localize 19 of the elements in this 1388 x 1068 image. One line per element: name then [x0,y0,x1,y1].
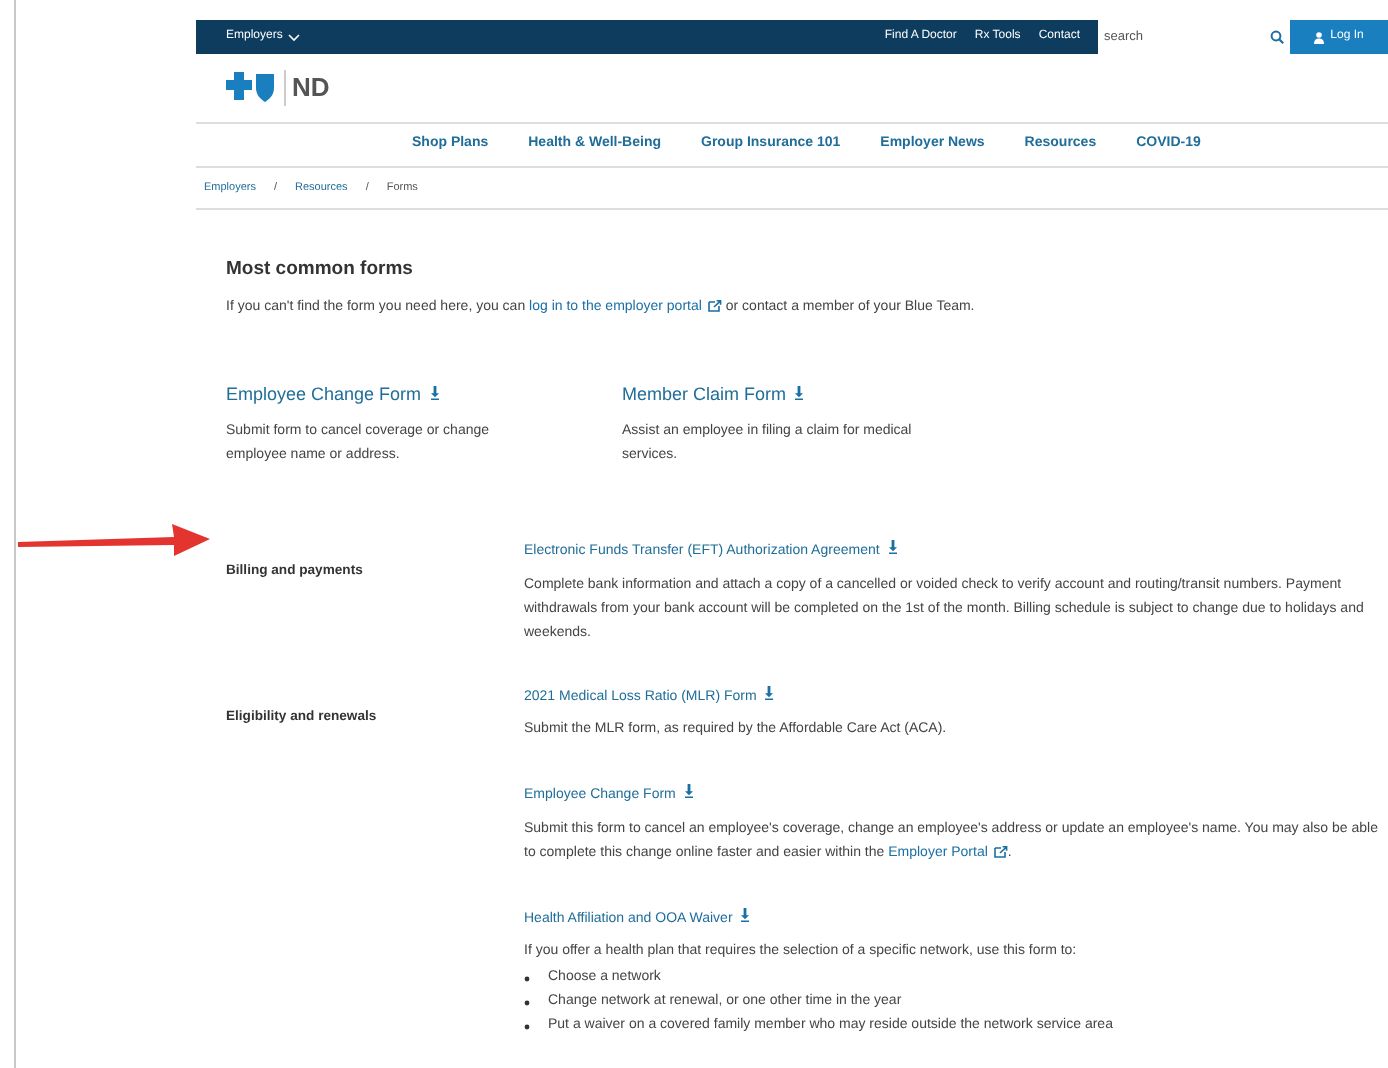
user-icon [1314,31,1325,43]
download-icon [683,784,694,799]
section-heading: Most common forms [226,256,415,284]
download-icon [764,685,775,700]
download-icon [794,385,805,400]
bullet-icon [524,975,530,982]
download-icon [740,907,751,922]
logo-icon [226,72,278,104]
bullet-icon [524,1023,530,1030]
download-icon [429,385,440,400]
external-link-icon [993,845,1008,858]
bullet-icon [524,999,530,1006]
search-icon [1270,30,1284,44]
download-icon [887,540,898,555]
form-link[interactable]: Member Claim Form [622,381,930,409]
logo-text: ND [292,70,330,107]
chevron-down-icon [288,33,301,41]
form-link[interactable]: Employee Change Form [226,381,534,409]
external-link-icon [707,300,722,313]
